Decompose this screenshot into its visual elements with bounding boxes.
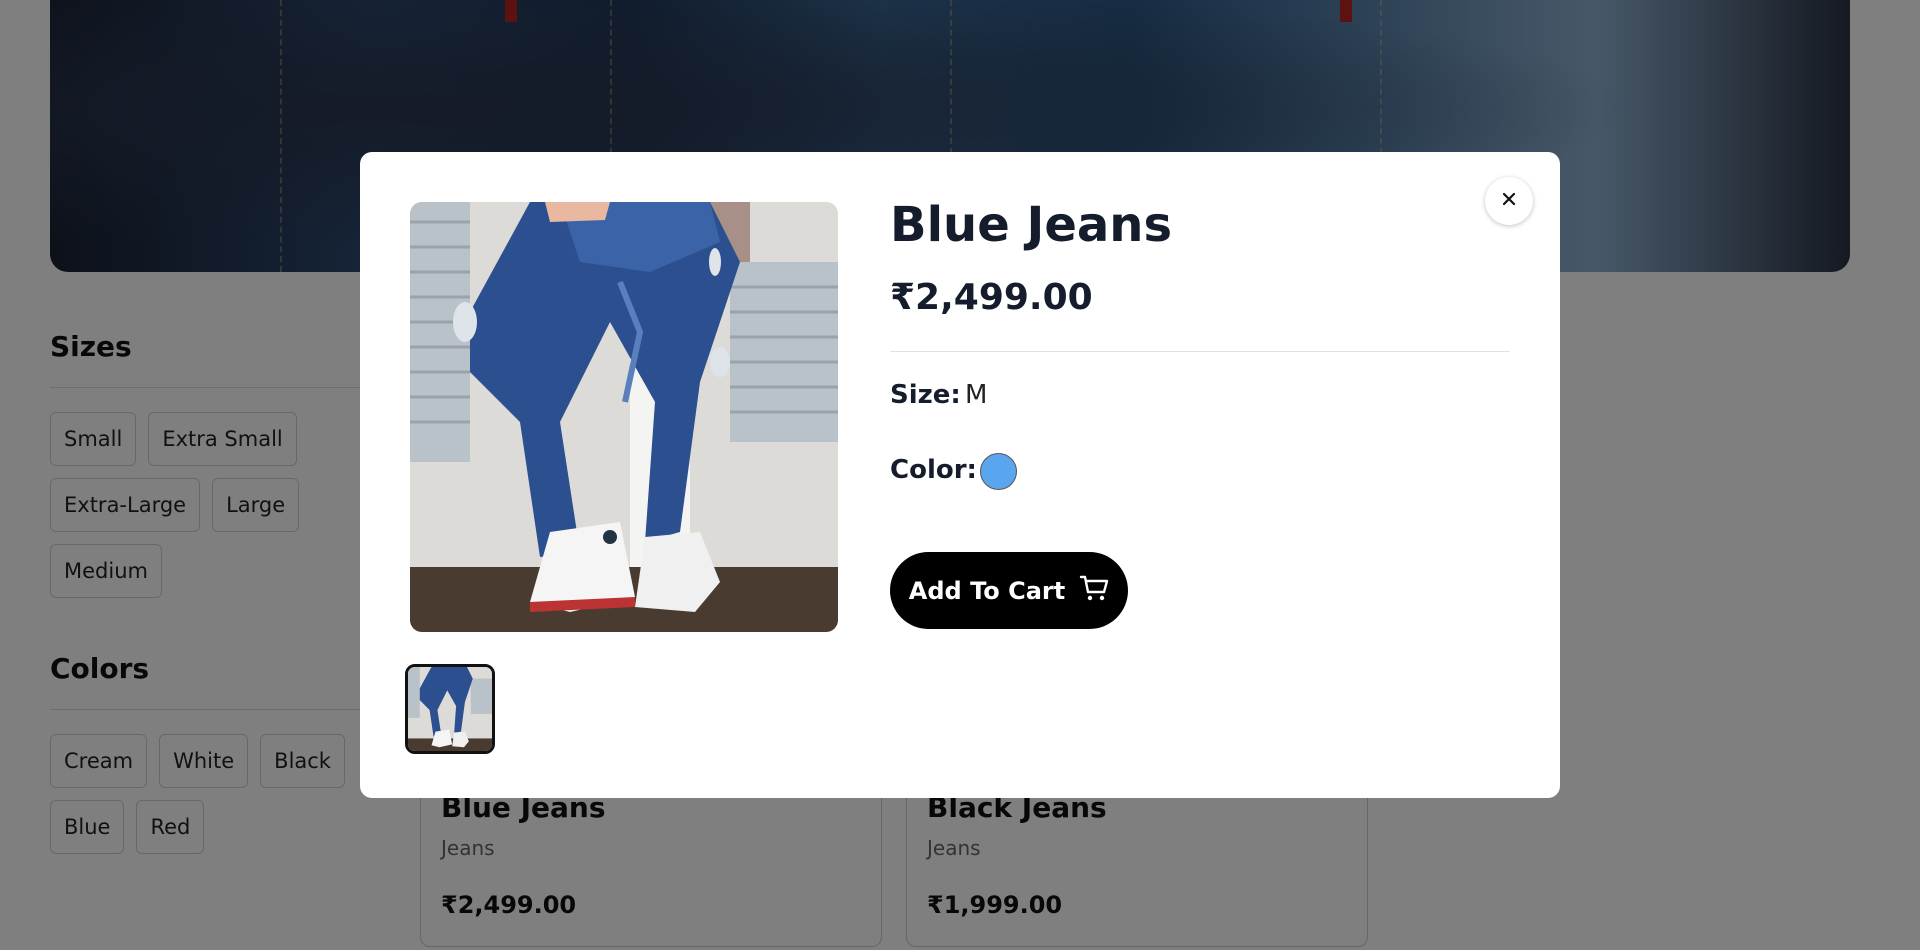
product-title: Blue Jeans (890, 197, 1173, 253)
size-value: M (965, 380, 988, 410)
close-button[interactable] (1485, 177, 1533, 225)
cart-icon (1079, 574, 1109, 608)
color-label: Color: (890, 455, 977, 485)
divider (890, 351, 1510, 352)
product-main-image (410, 202, 838, 632)
color-swatch-blue[interactable] (980, 453, 1017, 490)
add-to-cart-button[interactable]: Add To Cart (890, 552, 1128, 629)
close-icon (1501, 191, 1517, 211)
product-thumbnail[interactable] (405, 664, 495, 754)
add-to-cart-label: Add To Cart (908, 576, 1066, 605)
product-price: ₹2,499.00 (890, 277, 1093, 318)
product-quick-view-modal: Blue Jeans ₹2,499.00 Size: M Color: Add … (360, 152, 1560, 798)
size-label: Size: (890, 380, 961, 410)
